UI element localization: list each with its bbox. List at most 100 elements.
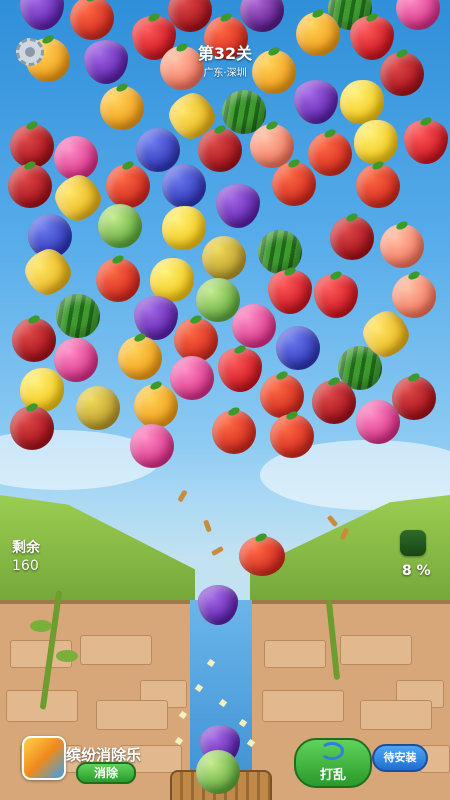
fruit-tomato[interactable] <box>356 159 400 208</box>
fruit-leaf <box>345 211 359 224</box>
fruit-tomato[interactable] <box>270 409 314 458</box>
fruit-strawberry[interactable] <box>350 11 394 60</box>
fruit-dragonfruit[interactable] <box>170 356 214 400</box>
fruit-orange[interactable] <box>118 331 162 380</box>
fruit-apple[interactable] <box>8 159 52 208</box>
fruit-apple[interactable] <box>312 375 356 424</box>
fruit-strawberry[interactable] <box>404 115 448 164</box>
shuffle-icon <box>320 742 344 760</box>
fruit-blueberry[interactable] <box>276 326 320 370</box>
fruit-tomato[interactable] <box>106 159 150 208</box>
fruit-apple[interactable] <box>12 313 56 362</box>
fruit-peach[interactable] <box>250 119 294 168</box>
progress-percent: 8 % <box>402 563 431 579</box>
fruit-plum[interactable] <box>240 0 284 32</box>
fruit-pomegranate[interactable] <box>198 123 242 172</box>
shooter-current-tomato[interactable] <box>239 531 285 576</box>
fruit-tomato[interactable] <box>308 127 352 176</box>
pending-install-button[interactable]: 待安装 <box>372 744 428 772</box>
fruit-lemon[interactable] <box>162 206 206 250</box>
fruit-tomato[interactable] <box>96 253 140 302</box>
fruit-leaf <box>407 371 421 384</box>
game-stage[interactable]: 第32关 广东·深圳 剩余 160 8 % 缤纷消除乐 消除 打乱 待安装 <box>0 0 450 800</box>
fruit-tomato[interactable] <box>260 369 304 418</box>
fruit-grape[interactable] <box>216 184 260 228</box>
fruit-orange[interactable] <box>134 379 178 428</box>
fruit-grape[interactable] <box>84 40 128 84</box>
fruit-strawberry[interactable] <box>218 343 262 392</box>
basket-cabbage <box>196 750 240 794</box>
remaining-count: 160 <box>12 558 39 574</box>
wood-chip <box>211 545 224 557</box>
fruit-leaf <box>419 115 433 128</box>
fruit-grape[interactable] <box>294 80 338 124</box>
fruit-leaf <box>41 33 55 46</box>
ad-eliminate-button[interactable]: 消除 <box>76 762 136 784</box>
fruit-durian[interactable] <box>76 386 120 430</box>
remaining-label: 剩余 <box>12 540 40 556</box>
fruit-tomato[interactable] <box>70 0 114 40</box>
ad-app-icon[interactable] <box>22 736 66 780</box>
fruit-tomato[interactable] <box>272 157 316 206</box>
fruit-leaf <box>85 0 99 4</box>
fruit-apple[interactable] <box>10 401 54 450</box>
fruit-apple[interactable] <box>380 47 424 96</box>
fruit-strawberry[interactable] <box>268 265 312 314</box>
wall-brick <box>96 700 168 730</box>
fruit-leaf <box>265 119 279 132</box>
level-info: 第32关 广东·深圳 <box>175 40 275 79</box>
fruit-orange[interactable] <box>296 7 340 56</box>
fruit-orange[interactable] <box>100 81 144 130</box>
fruit-leaf <box>233 343 247 356</box>
fruit-dragonfruit[interactable] <box>130 424 174 468</box>
fruit-dragonfruit[interactable] <box>54 338 98 382</box>
fruit-blueberry[interactable] <box>162 164 206 208</box>
fruit-leaf <box>275 369 289 382</box>
fruit-leaf <box>115 81 129 94</box>
fruit-purple-cabbage[interactable] <box>20 0 64 30</box>
fruit-peach[interactable] <box>380 219 424 268</box>
fruit-durian[interactable] <box>202 236 246 280</box>
fruit-cabbage[interactable] <box>98 204 142 248</box>
fruit-watermelon[interactable] <box>56 294 100 338</box>
fruit-strawberry[interactable] <box>314 269 358 318</box>
fruit-leaf <box>323 127 337 140</box>
wall-brick <box>340 635 412 665</box>
fruit-lemon[interactable] <box>340 80 384 124</box>
wall-brick <box>360 700 432 730</box>
fruit-leaf <box>227 405 241 418</box>
fruit-leaf <box>213 123 227 136</box>
level-title: 第32关 <box>197 44 253 63</box>
wood-chip <box>203 519 212 533</box>
fruit-apple[interactable] <box>330 211 374 260</box>
fruit-dragonfruit[interactable] <box>396 0 440 30</box>
wall-brick <box>264 640 326 668</box>
fruit-dragonfruit[interactable] <box>232 304 276 348</box>
fruit-leaf <box>395 219 409 232</box>
wall-brick <box>80 635 152 665</box>
level-location: 广东·深圳 <box>203 68 247 79</box>
fruit-tomato[interactable] <box>212 405 256 454</box>
fruit-leaf <box>111 253 125 266</box>
wood-chip <box>326 514 339 528</box>
fruit-leaf <box>329 269 343 282</box>
fruit-leaf <box>147 11 161 24</box>
fruit-leaf <box>25 119 39 132</box>
fruit-leaf <box>327 375 341 388</box>
fruit-watermelon[interactable] <box>258 230 302 274</box>
fruit-dragonfruit[interactable] <box>356 400 400 444</box>
fruit-leaf <box>189 313 203 326</box>
fruit-leaf <box>149 379 163 392</box>
wood-chip <box>177 489 188 503</box>
fruit-banana[interactable] <box>19 243 77 301</box>
fruit-dragonfruit[interactable] <box>54 136 98 180</box>
fruit-leaf <box>27 313 41 326</box>
vine-leaf <box>56 650 78 662</box>
fruit-leaf <box>407 269 421 282</box>
fruit-leaf <box>133 331 147 344</box>
fruit-peach[interactable] <box>392 269 436 318</box>
shuffle-button[interactable]: 打乱 <box>294 738 372 788</box>
fruit-leaf <box>311 7 325 20</box>
fruit-lemon[interactable] <box>354 120 398 164</box>
settings-gear-icon[interactable] <box>16 38 44 66</box>
